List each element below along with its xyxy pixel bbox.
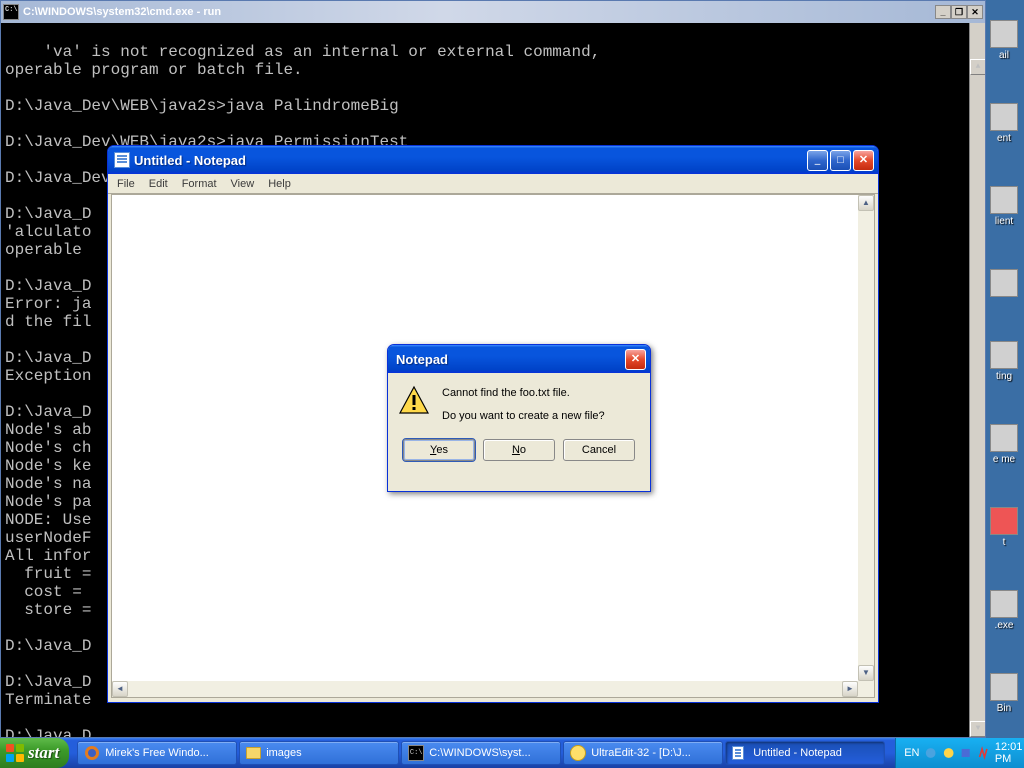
- desktop-icon[interactable]: Bin: [989, 673, 1019, 714]
- cmd-scrollbar[interactable]: ▲ ▼: [969, 23, 985, 737]
- tray-icon[interactable]: [978, 746, 989, 760]
- ultraedit-icon: [570, 745, 586, 761]
- taskbar-item-label: Mirek's Free Windo...: [105, 747, 209, 759]
- folder-icon: [246, 747, 261, 759]
- cancel-button[interactable]: Cancel: [563, 439, 635, 461]
- scroll-down-button[interactable]: ▼: [970, 721, 985, 737]
- close-button[interactable]: ✕: [625, 349, 646, 370]
- close-button[interactable]: ✕: [967, 5, 983, 19]
- menu-file[interactable]: File: [110, 176, 142, 192]
- taskbar-item-label: UltraEdit-32 - [D:\J...: [591, 747, 691, 759]
- menu-format[interactable]: Format: [175, 176, 224, 192]
- language-indicator[interactable]: EN: [904, 747, 919, 759]
- dialog-message: Cannot find the foo.txt file. Do you wan…: [442, 385, 605, 425]
- notepad-hscrollbar[interactable]: ◄ ►: [112, 681, 874, 697]
- desktop-icon[interactable]: ting: [989, 341, 1019, 382]
- maximize-button[interactable]: ❐: [951, 5, 967, 19]
- taskbar-item-label: images: [266, 747, 301, 759]
- notepad-icon: [732, 745, 748, 761]
- desktop-icon[interactable]: ent: [989, 103, 1019, 144]
- firefox-icon: [84, 745, 100, 761]
- desktop-icon-column: ail ent lient ting e me t .exe Bin: [986, 20, 1022, 714]
- notepad-menu-bar: File Edit Format View Help: [108, 174, 878, 194]
- desktop-icon[interactable]: .exe: [989, 590, 1019, 631]
- notepad-titlebar[interactable]: Untitled - Notepad _ □ ✕: [108, 146, 878, 174]
- maximize-button[interactable]: □: [830, 150, 851, 171]
- cmd-title-text: C:\WINDOWS\system32\cmd.exe - run: [23, 6, 935, 18]
- notepad-dialog: Notepad ✕ Cannot find the foo.txt file. …: [387, 344, 651, 492]
- notepad-icon: [114, 152, 130, 168]
- dialog-titlebar[interactable]: Notepad ✕: [388, 345, 650, 373]
- system-tray: EN 12:01 PM: [895, 738, 1024, 768]
- taskbar-item-explorer[interactable]: images: [239, 741, 399, 765]
- clock[interactable]: 12:01 PM: [995, 741, 1024, 765]
- start-label: start: [28, 743, 59, 763]
- taskbar-items: Mirek's Free Windo... images C:\ C:\WIND…: [69, 738, 895, 768]
- yes-button[interactable]: Yes: [403, 439, 475, 461]
- no-button[interactable]: No: [483, 439, 555, 461]
- minimize-button[interactable]: _: [935, 5, 951, 19]
- minimize-button[interactable]: _: [807, 150, 828, 171]
- dialog-title-text: Notepad: [396, 352, 625, 367]
- scroll-left-button[interactable]: ◄: [112, 681, 128, 697]
- taskbar-item-cmd[interactable]: C:\ C:\WINDOWS\syst...: [401, 741, 561, 765]
- taskbar: start Mirek's Free Windo... images C:\ C…: [0, 738, 1024, 768]
- scroll-down-button[interactable]: ▼: [858, 665, 874, 681]
- taskbar-item-label: Untitled - Notepad: [753, 747, 842, 759]
- desktop-icon[interactable]: e me: [989, 424, 1019, 465]
- windows-logo-icon: [6, 744, 24, 762]
- dialog-line-1: Cannot find the foo.txt file.: [442, 385, 605, 402]
- menu-help[interactable]: Help: [261, 176, 298, 192]
- taskbar-item-firefox[interactable]: Mirek's Free Windo...: [77, 741, 237, 765]
- taskbar-item-ultraedit[interactable]: UltraEdit-32 - [D:\J...: [563, 741, 723, 765]
- cmd-icon: C:\: [408, 745, 424, 761]
- scroll-right-button[interactable]: ►: [842, 681, 858, 697]
- menu-edit[interactable]: Edit: [142, 176, 175, 192]
- close-button[interactable]: ✕: [853, 150, 874, 171]
- menu-view[interactable]: View: [224, 176, 262, 192]
- scroll-up-button[interactable]: ▲: [858, 195, 874, 211]
- scroll-up-button[interactable]: ▲: [970, 59, 985, 75]
- desktop-icon[interactable]: t: [989, 507, 1019, 548]
- desktop-icon[interactable]: [989, 269, 1019, 299]
- cmd-titlebar[interactable]: C:\WINDOWS\system32\cmd.exe - run _ ❐ ✕: [1, 1, 985, 23]
- cmd-icon: [3, 4, 19, 20]
- tray-icon[interactable]: [943, 746, 954, 760]
- desktop-icon[interactable]: lient: [989, 186, 1019, 227]
- notepad-vscrollbar[interactable]: ▲ ▼: [858, 195, 874, 681]
- desktop-icon[interactable]: ail: [989, 20, 1019, 61]
- warning-icon: [398, 385, 430, 420]
- notepad-title-text: Untitled - Notepad: [134, 153, 807, 168]
- tray-icon[interactable]: [925, 746, 936, 760]
- taskbar-item-notepad[interactable]: Untitled - Notepad: [725, 741, 885, 765]
- start-button[interactable]: start: [0, 738, 69, 768]
- taskbar-item-label: C:\WINDOWS\syst...: [429, 747, 530, 759]
- resize-grip[interactable]: [858, 681, 874, 697]
- dialog-line-2: Do you want to create a new file?: [442, 408, 605, 425]
- tray-icon[interactable]: [960, 746, 971, 760]
